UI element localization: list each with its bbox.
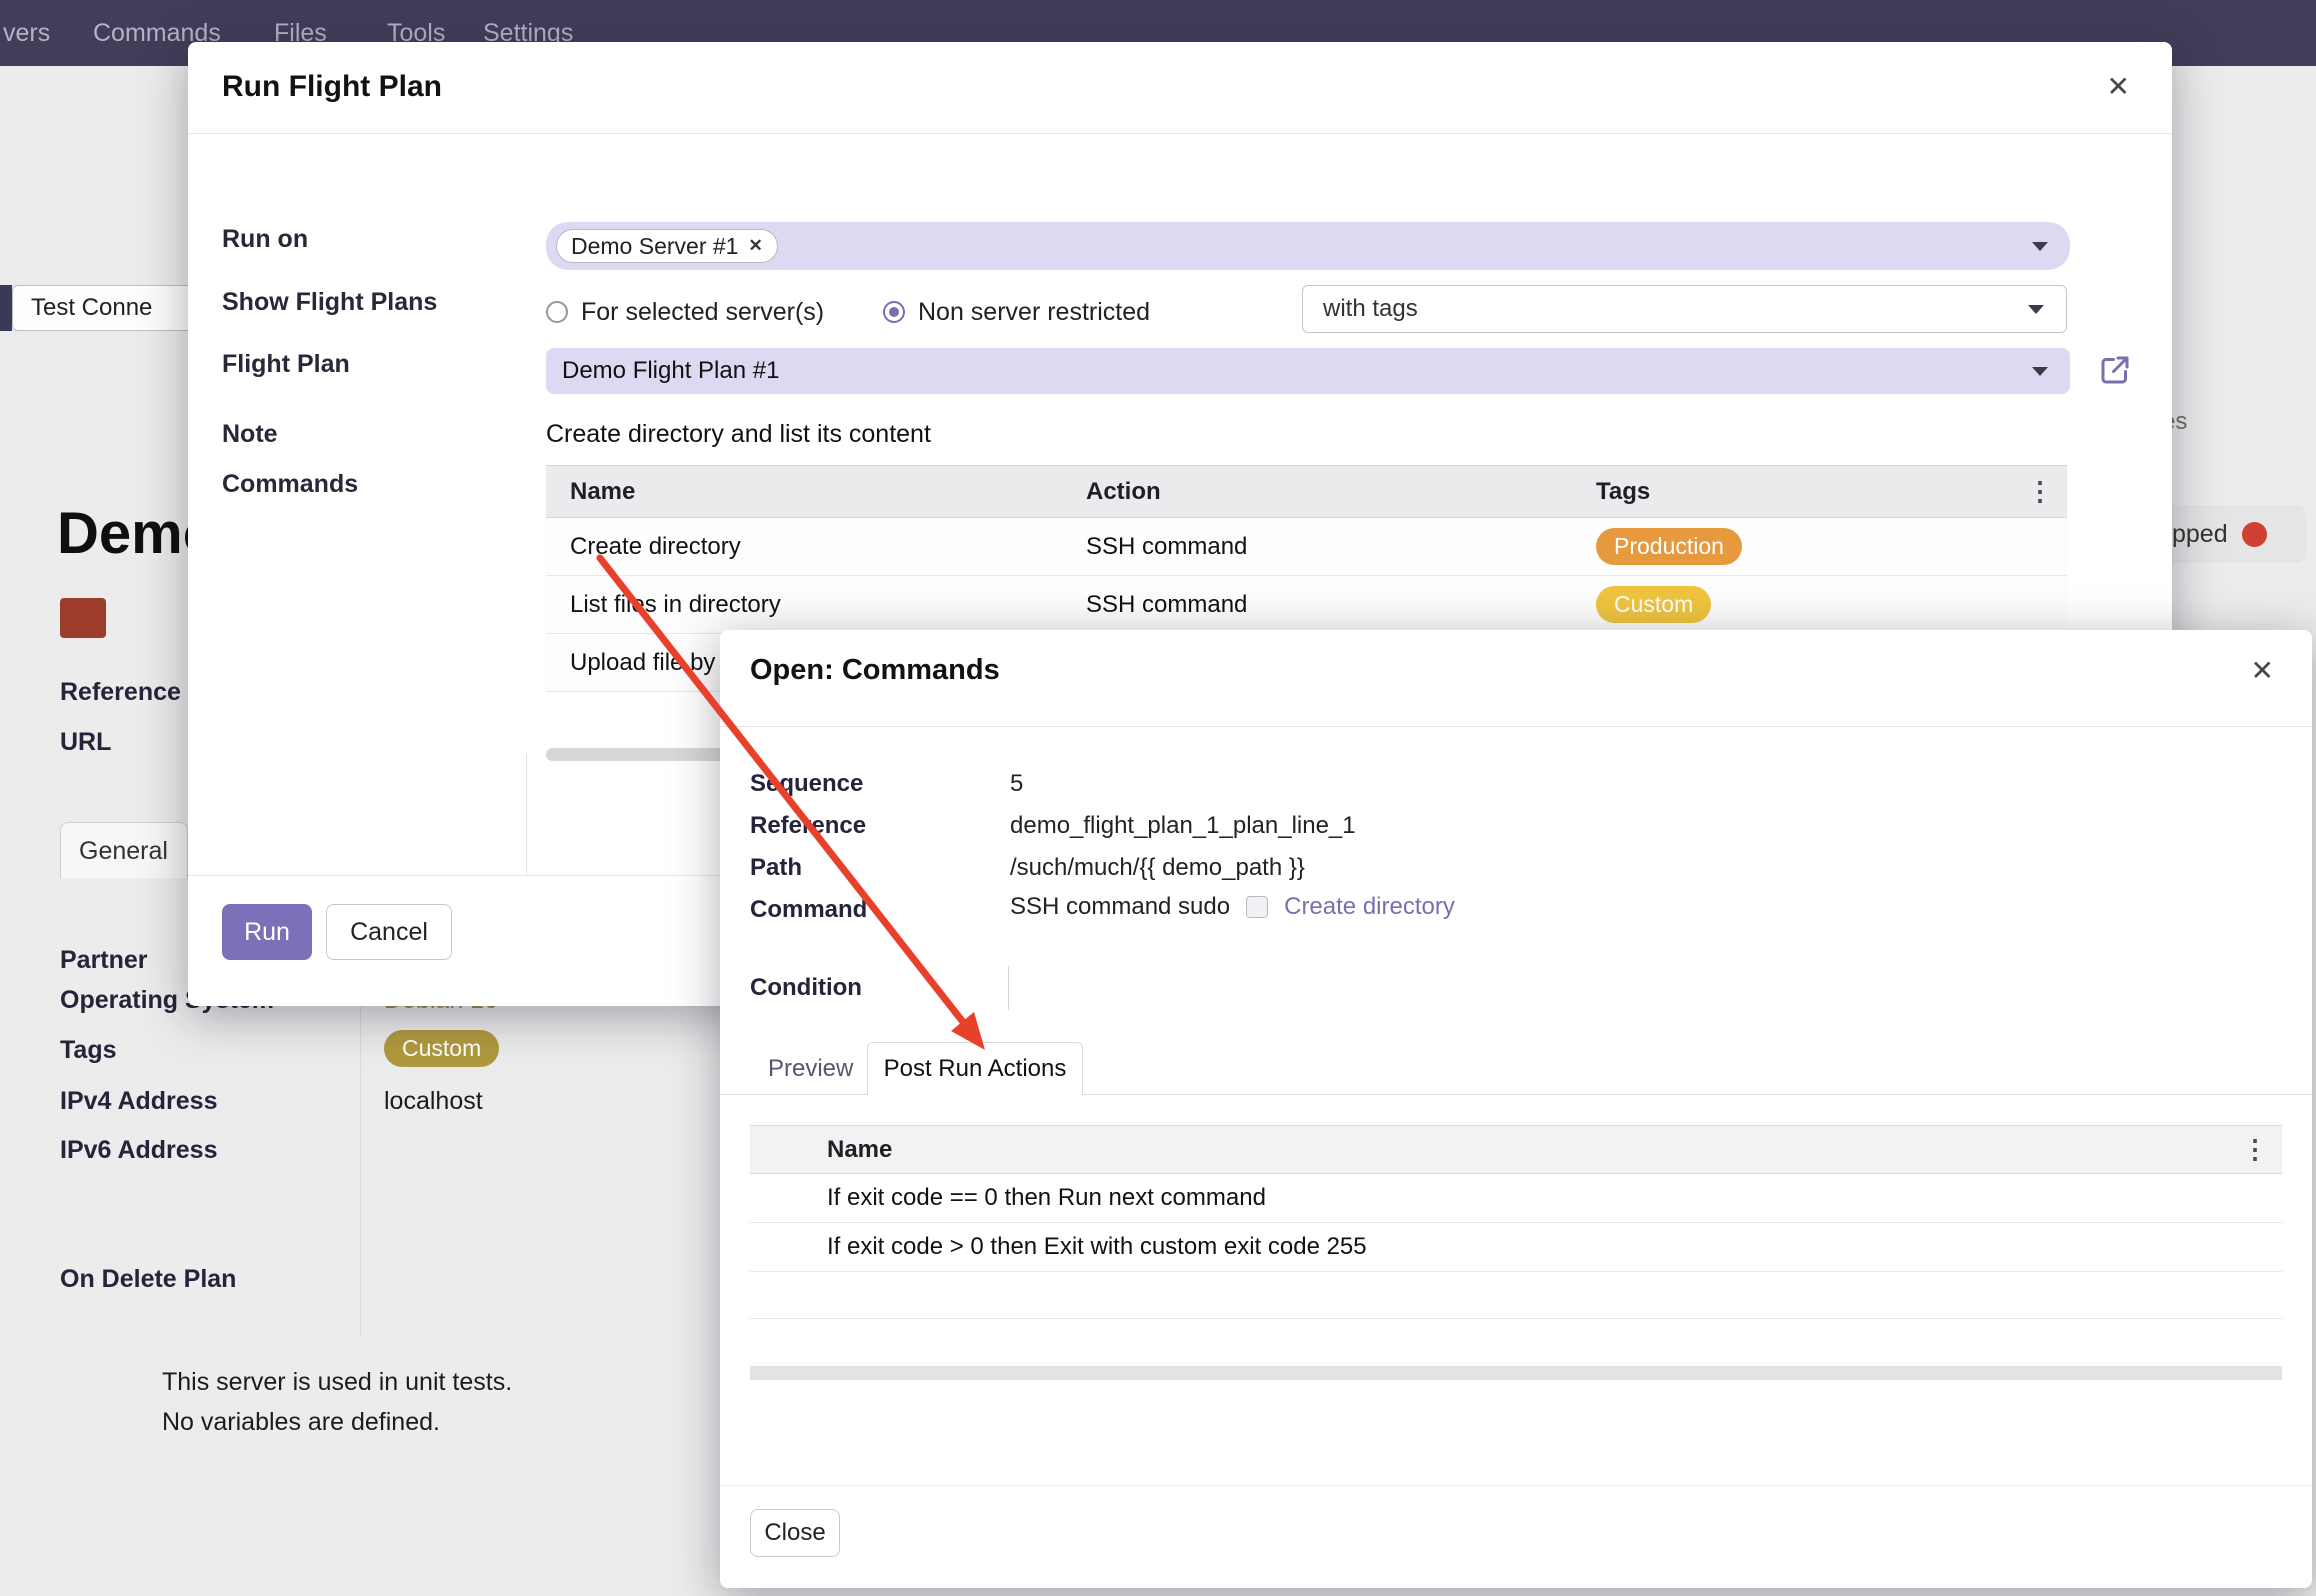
flight-plan-value: Demo Flight Plan #1 (562, 357, 779, 385)
tab-general[interactable]: General (60, 822, 188, 878)
radio-for-selected-servers[interactable]: For selected server(s) (546, 297, 824, 327)
tab-post-run-actions[interactable]: Post Run Actions (867, 1042, 1083, 1095)
condition-empty-field[interactable] (1008, 966, 1009, 1010)
table-row[interactable]: Create directory SSH command Production (546, 518, 2067, 576)
nav-item-servers[interactable]: vers (3, 0, 50, 66)
commands-modal-title: Open: Commands (750, 654, 1000, 687)
run-modal-title: Run Flight Plan (222, 70, 442, 104)
unit-test-note: This server is used in unit tests. (162, 1368, 512, 1397)
col-action-header[interactable]: Action (1062, 478, 1572, 506)
pane-divider (526, 754, 527, 876)
radio-for-selected-label: For selected server(s) (581, 298, 824, 327)
custom-tag-badge: Custom (1596, 586, 1711, 623)
commands-modal-header: Open: Commands ✕ (720, 630, 2312, 727)
note-value: Create directory and list its content (546, 420, 931, 449)
server-chip[interactable]: Demo Server #1 ✕ (556, 229, 778, 263)
commands-modal-close-icon[interactable]: ✕ (2251, 654, 2274, 687)
tab-preview[interactable]: Preview (768, 1055, 853, 1083)
table-options-icon[interactable]: ⋮ (2238, 1134, 2282, 1165)
ipv6-address-label: IPv6 Address (60, 1136, 217, 1165)
show-flight-plans-label: Show Flight Plans (222, 288, 437, 317)
row-name: Create directory (546, 533, 1062, 561)
chevron-down-icon (2032, 242, 2048, 251)
condition-label: Condition (750, 974, 862, 1002)
row-action: SSH command (1062, 591, 1572, 619)
actions-col-name-header[interactable]: Name (807, 1136, 2238, 1164)
row-action: SSH command (1062, 533, 1572, 561)
run-modal-close-icon[interactable]: ✕ (2107, 70, 2130, 103)
run-on-field[interactable]: Demo Server #1 ✕ (546, 222, 2070, 270)
server-chip-label: Demo Server #1 (571, 233, 738, 260)
note-label: Note (222, 420, 278, 449)
with-tags-placeholder: with tags (1323, 295, 1418, 323)
run-modal-header: Run Flight Plan ✕ (188, 42, 2172, 134)
reference-label: Reference (60, 678, 181, 707)
command-label: Command (750, 896, 867, 924)
path-label: Path (750, 854, 802, 882)
modal-footer-divider (720, 1485, 2312, 1486)
sequence-value: 5 (1010, 770, 1023, 798)
tags-label: Tags (60, 1036, 117, 1065)
command-value: SSH command sudo (1010, 893, 1230, 921)
radio-unchecked-icon[interactable] (546, 301, 568, 323)
status-badge-label: pped (2172, 520, 2228, 549)
radio-non-server-label: Non server restricted (918, 298, 1150, 327)
table-row[interactable]: If exit code == 0 then Run next command (750, 1174, 2282, 1223)
flight-plan-label: Flight Plan (222, 350, 350, 379)
external-link-icon[interactable] (2097, 352, 2133, 388)
sequence-label: Sequence (750, 770, 863, 798)
post-run-actions-table: Name ⋮ If exit code == 0 then Run next c… (750, 1125, 2282, 1319)
with-tags-select[interactable]: with tags (1302, 285, 2067, 333)
action-row-name: If exit code == 0 then Run next command (807, 1184, 2282, 1212)
color-swatch[interactable] (60, 598, 106, 638)
command-checkbox[interactable] (1246, 896, 1268, 918)
production-tag-badge: Production (1596, 528, 1742, 565)
chip-remove-icon[interactable]: ✕ (748, 236, 762, 256)
status-dot-icon (2242, 522, 2267, 547)
chevron-down-icon (2032, 367, 2048, 376)
no-variables-note: No variables are defined. (162, 1408, 440, 1437)
empty-table-row[interactable] (750, 1272, 2282, 1319)
action-row-name: If exit code > 0 then Exit with custom e… (807, 1233, 2282, 1261)
commands-label: Commands (222, 470, 358, 499)
reference-field-value: demo_flight_plan_1_plan_line_1 (1010, 812, 1356, 840)
col-tags-header[interactable]: Tags (1572, 478, 2023, 506)
radio-checked-icon[interactable] (883, 301, 905, 323)
run-on-label: Run on (222, 225, 308, 254)
ipv4-address-value: localhost (384, 1087, 483, 1116)
create-directory-link[interactable]: Create directory (1284, 893, 1455, 921)
url-label: URL (60, 728, 111, 757)
cancel-button[interactable]: Cancel (326, 904, 452, 960)
path-value: /such/much/{{ demo_path }} (1010, 854, 1305, 882)
col-name-header[interactable]: Name (546, 478, 1062, 506)
table-row[interactable]: If exit code > 0 then Exit with custom e… (750, 1223, 2282, 1272)
close-button[interactable]: Close (750, 1509, 840, 1557)
command-value-row: SSH command sudo Create directory (1010, 893, 1455, 921)
ipv4-address-label: IPv4 Address (60, 1087, 217, 1116)
commands-table-header: Name Action Tags ⋮ (546, 465, 2067, 518)
table-row[interactable]: List files in directory SSH command Cust… (546, 576, 2067, 634)
horizontal-scrollbar[interactable] (750, 1366, 2282, 1380)
table-options-icon[interactable]: ⋮ (2023, 476, 2067, 507)
on-delete-plan-label: On Delete Plan (60, 1265, 236, 1294)
run-button[interactable]: Run (222, 904, 312, 960)
reference-field-label: Reference (750, 812, 866, 840)
radio-non-server-restricted[interactable]: Non server restricted (883, 297, 1150, 327)
notebook-tabs: Preview Post Run Actions (720, 1042, 2312, 1095)
chevron-down-icon (2028, 305, 2044, 314)
tags-custom-badge: Custom (384, 1030, 499, 1067)
row-name: List files in directory (546, 591, 1062, 619)
actions-table-header: Name ⋮ (750, 1125, 2282, 1174)
cropped-primary-button[interactable] (0, 285, 12, 331)
open-commands-modal: Open: Commands ✕ Sequence 5 Reference de… (720, 630, 2312, 1588)
partner-label: Partner (60, 946, 148, 975)
flight-plan-select[interactable]: Demo Flight Plan #1 (546, 348, 2070, 394)
